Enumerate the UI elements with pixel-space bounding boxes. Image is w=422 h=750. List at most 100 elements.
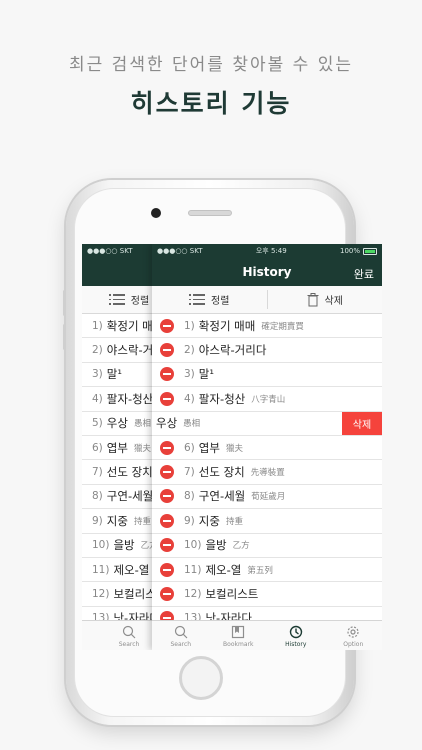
row-word: 을방 — [113, 538, 135, 553]
row-number: 11) — [184, 563, 202, 576]
row-hanja: 獵夫 — [225, 443, 243, 454]
row-number: 10) — [92, 539, 110, 552]
row-number: 7) — [184, 466, 195, 479]
toolbar: 정렬 삭제 — [152, 286, 382, 314]
row-number: 9) — [184, 514, 195, 527]
row-number: 8) — [92, 490, 103, 503]
list-item[interactable]: 1)확정기 매매 確定期賣買 — [152, 314, 382, 339]
row-number: 3) — [92, 368, 103, 381]
done-button[interactable]: 완료 — [354, 266, 374, 282]
delete-minus-icon[interactable] — [160, 586, 174, 601]
carrier-label: ●●●○○ SKT — [87, 247, 133, 255]
row-word: 엽부 — [198, 440, 220, 455]
row-hanja: 持重 — [225, 516, 243, 527]
sort-button[interactable]: 정렬 — [152, 286, 267, 313]
list-item[interactable]: 12) 보컬리스트 — [152, 582, 382, 607]
list-item[interactable]: 8)구연-세월 荀延歲月 — [152, 485, 382, 510]
row-number: 4) — [184, 392, 195, 405]
row-word: 말¹ — [106, 367, 122, 382]
bookmark-icon — [232, 625, 245, 639]
row-hanja: 愚相 — [133, 419, 151, 430]
list-item[interactable]: 11)제오-열 第五列 — [152, 558, 382, 583]
row-hanja: 獵夫 — [133, 443, 151, 454]
delete-minus-icon[interactable] — [160, 391, 174, 406]
tab-label: Option — [343, 641, 364, 648]
row-hanja: 確定期賣買 — [261, 321, 304, 332]
list-item[interactable]: 2) 야스락-거리다 — [152, 338, 382, 363]
tab-option[interactable]: Option — [325, 621, 383, 650]
gear-icon — [347, 626, 359, 638]
clock-icon — [289, 625, 302, 639]
row-number: 2) — [92, 344, 103, 357]
tab-label: Search — [170, 641, 192, 648]
delete-minus-icon[interactable] — [160, 562, 174, 577]
delete-all-button[interactable]: 삭제 — [268, 286, 383, 313]
list-item[interactable]: 우상 愚相 삭제 — [152, 411, 382, 436]
app-screen: ●●●○○ SKT 정렬 1)확정기 매매確定期賣買2)야스락-거리다3)말¹4… — [82, 244, 382, 650]
row-word: 구연-세월 — [106, 489, 154, 504]
row-hanja: 荀延歲月 — [251, 492, 286, 503]
row-hanja: 八字青山 — [251, 394, 286, 405]
volume-down-button — [63, 324, 66, 350]
battery-icon — [363, 247, 377, 255]
row-number: 2) — [184, 344, 195, 357]
tab-search[interactable]: Search — [152, 621, 210, 650]
tab-label: Bookmark — [223, 641, 254, 648]
list-item[interactable]: 4)팔자-청산 八字青山 — [152, 387, 382, 412]
row-number: 1) — [184, 319, 195, 332]
list-item[interactable]: 9) 지중 持重 — [152, 509, 382, 534]
delete-minus-icon[interactable] — [160, 489, 174, 504]
clock-label: 오후 5:49 — [255, 247, 287, 255]
tab-bookmark[interactable]: Bookmark — [210, 621, 268, 650]
row-word: 제오-열 — [205, 562, 242, 577]
row-word: 지중 — [106, 513, 128, 528]
row-hanja: 乙方 — [232, 541, 250, 552]
row-number: 7) — [92, 466, 103, 479]
list-item[interactable]: 10) 을방 乙方 — [152, 534, 382, 558]
search-icon — [122, 625, 136, 639]
home-button[interactable] — [179, 656, 223, 700]
trash-icon — [307, 292, 319, 306]
history-list: 1) 확정기 매매 確定期賣買 2) 야스락-거리다 3) 말¹ 4) 팔자-청산 八字青山 우상 愚… — [152, 314, 382, 632]
row-number: 4) — [92, 392, 103, 405]
camera-icon — [151, 208, 161, 218]
delete-minus-icon[interactable] — [160, 367, 174, 382]
row-number: 6) — [184, 441, 195, 454]
battery-label: 100% — [339, 247, 360, 255]
row-number: 12) — [92, 587, 110, 600]
row-word: 선도 장치 — [198, 465, 245, 480]
row-word: 야스락-거리다 — [198, 343, 267, 358]
list-item[interactable]: 7)선도 장치 先導裝置 — [152, 460, 382, 485]
delete-minus-icon[interactable] — [160, 465, 174, 480]
tab-label: History — [285, 641, 307, 648]
row-number: 10) — [184, 539, 202, 552]
delete-minus-icon[interactable] — [160, 318, 174, 333]
nav-title: History — [242, 265, 292, 279]
list-item[interactable]: 6) 엽부 獵夫 — [152, 436, 382, 461]
swipe-delete-button[interactable]: 삭제 — [342, 411, 382, 435]
row-hanja: 愚相 — [183, 419, 201, 430]
row-word: 선도 장치 — [106, 465, 153, 480]
list-item[interactable]: 3) 말¹ — [152, 363, 382, 388]
row-hanja: 先導裝置 — [250, 468, 285, 479]
status-right: 100% — [340, 247, 377, 255]
row-number: 1) — [92, 319, 103, 332]
delete-label: 삭제 — [324, 296, 343, 307]
row-word: 을방 — [205, 538, 227, 553]
row-word: 보컬리스트 — [205, 586, 259, 601]
row-number: 6) — [92, 441, 103, 454]
row-word: 지중 — [198, 513, 220, 528]
row-word: 우상 — [156, 416, 178, 431]
delete-minus-icon[interactable] — [160, 513, 174, 528]
volume-up-button — [63, 290, 66, 316]
delete-minus-icon[interactable] — [160, 343, 174, 358]
tab-label: Search — [118, 641, 140, 648]
tab-history[interactable]: History — [267, 621, 325, 650]
row-number: 5) — [92, 417, 103, 430]
delete-minus-icon[interactable] — [160, 538, 174, 553]
row-word: 확정기 매매 — [198, 318, 256, 333]
delete-minus-icon[interactable] — [160, 440, 174, 455]
row-number: 9) — [92, 514, 103, 527]
promo-title: 히스토리 기능 — [130, 89, 292, 118]
row-word: 우상 — [106, 416, 128, 431]
